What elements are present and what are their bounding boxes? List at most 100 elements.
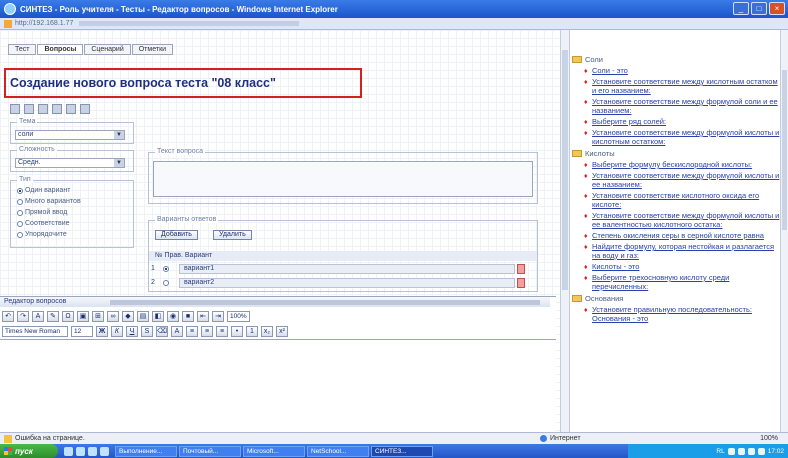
taskbar-task[interactable]: Microsoft... (243, 445, 305, 457)
tray-icon[interactable] (737, 447, 745, 455)
clock[interactable]: 17:02 (768, 448, 784, 455)
radio-icon[interactable] (17, 187, 23, 194)
table-icon[interactable]: ⊞ (92, 311, 104, 322)
folder-acids[interactable]: Кислоты (572, 149, 782, 158)
tree-item[interactable]: ♦ Установите соответствие между кислотным… (584, 77, 782, 95)
paste-icon[interactable] (80, 104, 90, 114)
media-icon[interactable]: ▤ (137, 311, 149, 322)
tab-marks[interactable]: Отметки (131, 44, 174, 55)
link-icon[interactable]: ∞ (107, 311, 119, 322)
correct-radio-icon[interactable] (163, 266, 169, 272)
chevron-down-icon[interactable]: ▼ (114, 159, 124, 167)
media-icon[interactable] (88, 446, 97, 456)
delete-icon[interactable] (52, 104, 62, 114)
correct-radio-icon[interactable] (163, 280, 169, 286)
save-icon[interactable] (38, 104, 48, 114)
tree-item[interactable]: ♦ Выберите ряд солей: (584, 117, 782, 126)
ie-launch-icon[interactable] (64, 446, 73, 456)
window-titlebar[interactable]: СИНТЕЗ - Роль учителя - Тесты - Редактор… (0, 0, 788, 18)
open-icon[interactable] (24, 104, 34, 114)
difficulty-select[interactable]: Средн. ▼ (15, 158, 125, 168)
add-answer-button[interactable]: Добавить (155, 230, 198, 240)
desktop-icon[interactable] (76, 446, 85, 456)
zoom-level[interactable]: 100% (760, 435, 778, 442)
special-char-icon[interactable]: Ω (62, 311, 74, 322)
tab-test[interactable]: Тест (8, 44, 37, 55)
topic-select[interactable]: соли ▼ (15, 130, 125, 140)
tab-scenario[interactable]: Сценарий (84, 44, 131, 55)
status-text[interactable]: Ошибка на странице. (15, 435, 85, 442)
taskbar-task[interactable]: Почтовый... (179, 445, 241, 457)
taskbar-task[interactable]: NetSchool... (307, 445, 369, 457)
tree-item[interactable]: ♦ Установите правильную последовательност… (584, 305, 782, 323)
main-scrollbar[interactable] (560, 30, 569, 432)
text-color-icon[interactable]: A (171, 326, 183, 337)
folder-salts[interactable]: Соли (572, 55, 782, 64)
indent-icon[interactable]: ⇥ (212, 311, 224, 322)
type-option-match[interactable]: Соответствие (17, 220, 70, 227)
source-icon[interactable]: ■ (182, 311, 194, 322)
undo-icon[interactable]: ↶ (2, 311, 14, 322)
minimize-button[interactable]: _ (733, 2, 749, 15)
radio-icon[interactable] (17, 220, 23, 227)
preview-icon[interactable]: ◉ (167, 311, 179, 322)
type-option-single[interactable]: Один вариант (17, 187, 70, 194)
taskbar-task[interactable]: Выполнение... (115, 445, 177, 457)
radio-icon[interactable] (17, 198, 23, 205)
tray-icon[interactable] (757, 447, 765, 455)
warning-icon[interactable] (4, 434, 12, 443)
tray-icon[interactable] (747, 447, 755, 455)
tree-item[interactable]: ♦ Кислоты - это (584, 262, 782, 271)
taskbar-task[interactable]: СИНТЕЗ... (371, 445, 433, 457)
redo-icon[interactable]: ↷ (17, 311, 29, 322)
editor-text-area[interactable] (0, 339, 556, 431)
new-icon[interactable] (10, 104, 20, 114)
eraser-icon[interactable]: ⌫ (156, 326, 168, 337)
image-icon[interactable]: ▣ (77, 311, 89, 322)
answer-input[interactable]: вариант2 (179, 278, 515, 288)
tree-item[interactable]: ♦ Соли - это (584, 66, 782, 75)
question-text-input[interactable] (153, 161, 533, 197)
tray-icon[interactable] (727, 447, 735, 455)
delete-answer-button[interactable]: Удалить (213, 230, 252, 240)
tree-item[interactable]: ♦ Степень окисления серы в серной кислоте… (584, 231, 782, 240)
align-right-icon[interactable]: ≡ (216, 326, 228, 337)
answer-input[interactable]: вариант1 (179, 264, 515, 274)
type-option-multiple[interactable]: Много вариантов (17, 198, 81, 205)
zoom-select[interactable]: 100% (227, 311, 250, 322)
tree-item[interactable]: ♦ Установите соответствие между формулой … (584, 128, 782, 146)
font-color-icon[interactable]: A (32, 311, 44, 322)
scrollbar-thumb[interactable] (782, 70, 787, 230)
tree-item[interactable]: ♦ Установите соответствие между формулой … (584, 211, 782, 229)
type-option-order[interactable]: Упорядочите (17, 231, 67, 238)
outlook-icon[interactable] (100, 446, 109, 456)
align-center-icon[interactable]: ≡ (201, 326, 213, 337)
radio-icon[interactable] (17, 231, 23, 238)
numbered-list-icon[interactable]: 1 (246, 326, 258, 337)
address-bar[interactable]: http://192.168.1.77 (0, 18, 788, 30)
maximize-button[interactable]: □ (751, 2, 767, 15)
italic-icon[interactable]: К (111, 326, 123, 337)
align-left-icon[interactable]: ≡ (186, 326, 198, 337)
chevron-down-icon[interactable]: ▼ (114, 131, 124, 139)
font-size-select[interactable]: 12 (71, 326, 93, 337)
tree-item[interactable]: ♦ Выберите трехосновную кислоту среди пер… (584, 273, 782, 291)
outdent-icon[interactable]: ⇤ (197, 311, 209, 322)
tree-item[interactable]: ♦ Выберите формулу бескислородной кислоты… (584, 160, 782, 169)
copy-icon[interactable] (66, 104, 76, 114)
delete-row-icon[interactable] (517, 278, 525, 288)
highlight-icon[interactable]: ✎ (47, 311, 59, 322)
tab-questions[interactable]: Вопросы (37, 44, 84, 55)
tree-item[interactable]: ♦ Установите соответствие между формулой … (584, 97, 782, 115)
tree-item[interactable]: ♦ Установите соответствие кислотного окси… (584, 191, 782, 209)
scrollbar-thumb[interactable] (562, 50, 568, 290)
language-indicator[interactable]: RL (716, 448, 724, 455)
tree-item[interactable]: ♦ Установите соответствие между формулой … (584, 171, 782, 189)
start-button[interactable]: пуск (0, 444, 58, 458)
list-icon[interactable]: • (231, 326, 243, 337)
close-button[interactable]: × (769, 2, 785, 15)
underline-icon[interactable]: Ч (126, 326, 138, 337)
tree-item[interactable]: ♦ Найдите формулу, которая нестойкая и ра… (584, 242, 782, 260)
tree-scrollbar[interactable] (780, 30, 788, 432)
flash-icon[interactable]: ◆ (122, 311, 134, 322)
